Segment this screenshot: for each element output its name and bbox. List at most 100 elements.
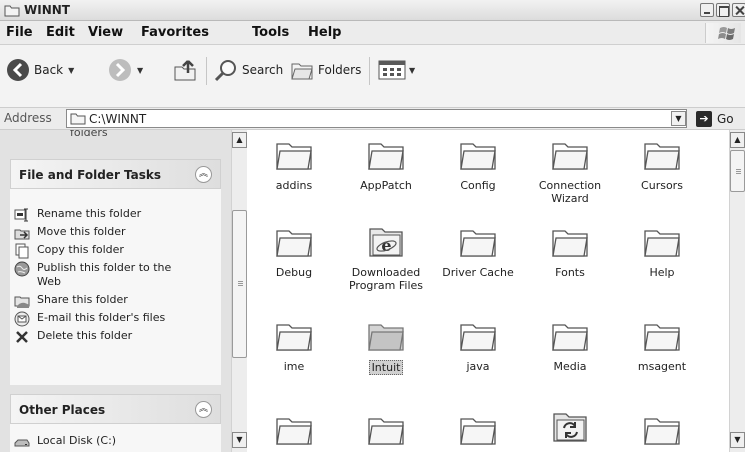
file-folder-tasks-panel: File and Folder Tasks ︽ Rename this fold… — [10, 159, 221, 385]
file-view-scrollbar[interactable]: ▲ ▼ — [729, 130, 745, 452]
menu-bar: File Edit View Favorites Tools Help — [0, 21, 745, 45]
folder-icon — [276, 230, 312, 257]
menu-tools[interactable]: Tools — [252, 25, 289, 40]
maximize-button[interactable] — [716, 3, 730, 17]
publish-web-icon — [14, 261, 30, 277]
collapse-icon[interactable]: ︽ — [195, 401, 212, 418]
folder-icon — [644, 324, 680, 351]
address-input[interactable]: C:\WINNT — [66, 109, 687, 128]
folder-item[interactable]: AppPatch — [340, 138, 432, 192]
toolbar-separator — [206, 57, 207, 85]
scroll-up-button[interactable]: ▲ — [730, 132, 745, 148]
folders-label: Folders — [318, 63, 362, 77]
place-local-disk[interactable]: Local Disk (C:) — [14, 434, 197, 450]
folder-item[interactable]: Connection Wizard — [524, 138, 616, 205]
close-button[interactable] — [732, 3, 745, 17]
toolbar-separator — [369, 57, 370, 85]
folder-icon — [460, 324, 496, 351]
cut-off-text: folders — [70, 130, 108, 139]
folder-icon — [70, 113, 86, 125]
folder-item[interactable]: Config — [432, 138, 524, 192]
other-places-header[interactable]: Other Places ︽ — [10, 394, 221, 424]
folder-icon — [644, 143, 680, 170]
scroll-thumb[interactable] — [730, 150, 745, 192]
folder-item[interactable] — [524, 410, 616, 444]
folder-item-selected[interactable]: Intuit — [340, 319, 432, 375]
menu-help[interactable]: Help — [308, 25, 341, 40]
title-bar[interactable]: WINNT — [0, 0, 745, 21]
address-dropdown-button[interactable]: ▼ — [671, 111, 686, 126]
scroll-up-button[interactable]: ▲ — [232, 132, 247, 148]
go-button[interactable]: ➔ Go — [696, 110, 734, 128]
other-places-title: Other Places — [19, 403, 106, 417]
folder-item[interactable]: e Downloaded Program Files — [340, 225, 432, 292]
back-button[interactable]: Back ▼ — [6, 57, 74, 83]
chevron-down-icon[interactable]: ▼ — [137, 66, 143, 75]
folder-icon — [552, 230, 588, 257]
folder-icon — [460, 230, 496, 257]
forward-button[interactable]: ▼ — [108, 57, 143, 83]
task-move-folder[interactable]: Move this folder — [14, 225, 197, 241]
chevron-down-icon: ▼ — [409, 65, 416, 75]
forward-arrow-icon — [109, 59, 131, 81]
folder-item[interactable] — [340, 413, 432, 447]
search-label: Search — [242, 63, 284, 77]
folder-item[interactable]: Help — [616, 225, 708, 279]
folder-item[interactable]: Cursors — [616, 138, 708, 192]
folders-button[interactable]: Folders — [290, 57, 361, 83]
share-icon — [14, 296, 30, 308]
folder-item[interactable] — [616, 413, 708, 447]
folder-item[interactable]: Fonts — [524, 225, 616, 279]
ie-folder-icon: e — [369, 228, 403, 257]
folder-item[interactable]: msagent — [616, 319, 708, 373]
file-folder-tasks-header[interactable]: File and Folder Tasks ︽ — [10, 159, 221, 189]
email-icon — [14, 311, 30, 327]
task-delete-folder[interactable]: Delete this folder — [14, 329, 197, 345]
views-button[interactable]: ▼ — [377, 57, 415, 83]
folder-item[interactable]: Driver Cache — [432, 225, 524, 279]
collapse-icon[interactable]: ︽ — [195, 166, 212, 183]
delete-icon — [16, 331, 28, 343]
folder-item[interactable]: addins — [248, 138, 340, 192]
folder-icon — [552, 143, 588, 170]
menu-favorites[interactable]: Favorites — [141, 25, 209, 40]
task-rename-folder[interactable]: Rename this folder — [14, 207, 197, 223]
go-label: Go — [717, 112, 734, 126]
menu-file[interactable]: File — [6, 25, 33, 40]
svg-text:e: e — [381, 236, 391, 255]
address-label: Address — [4, 111, 52, 125]
folder-item[interactable]: ime — [248, 319, 340, 373]
up-folder-icon — [174, 60, 196, 81]
menu-edit[interactable]: Edit — [46, 25, 75, 40]
folder-item[interactable]: Debug — [248, 225, 340, 279]
back-arrow-icon — [7, 59, 29, 81]
address-bar: Address C:\WINNT ▼ ➔ Go — [0, 108, 745, 130]
window-title: WINNT — [24, 3, 70, 17]
address-value: C:\WINNT — [89, 112, 147, 126]
up-folder-button[interactable] — [173, 57, 197, 83]
windows-logo-icon — [705, 23, 741, 43]
rename-icon — [14, 208, 28, 222]
scroll-down-button[interactable]: ▼ — [232, 432, 247, 448]
task-share-folder[interactable]: Share this folder — [14, 293, 197, 309]
menu-view[interactable]: View — [88, 25, 123, 40]
folder-icon — [644, 418, 680, 445]
folder-item[interactable] — [432, 413, 524, 447]
chevron-down-icon[interactable]: ▼ — [68, 66, 74, 75]
search-button[interactable]: Search — [214, 57, 283, 83]
task-pane-scrollbar[interactable]: ▲ ▼ — [231, 130, 247, 452]
folder-item[interactable]: java — [432, 319, 524, 373]
scroll-down-button[interactable]: ▼ — [730, 432, 745, 448]
scroll-thumb[interactable] — [232, 210, 247, 358]
folder-item[interactable]: Media — [524, 319, 616, 373]
folder-item[interactable] — [248, 413, 340, 447]
go-arrow-icon: ➔ — [696, 111, 712, 127]
task-copy-folder[interactable]: Copy this folder — [14, 243, 197, 259]
folder-icon — [276, 324, 312, 351]
folder-icon — [4, 5, 20, 17]
toolbar: Back ▼ ▼ Search Folders ▼ — [0, 45, 745, 108]
folder-icon — [368, 324, 404, 351]
task-email-files[interactable]: E-mail this folder's files — [14, 311, 197, 327]
minimize-button[interactable] — [700, 3, 714, 17]
task-publish-folder[interactable]: Publish this folder to the Web — [14, 261, 197, 289]
